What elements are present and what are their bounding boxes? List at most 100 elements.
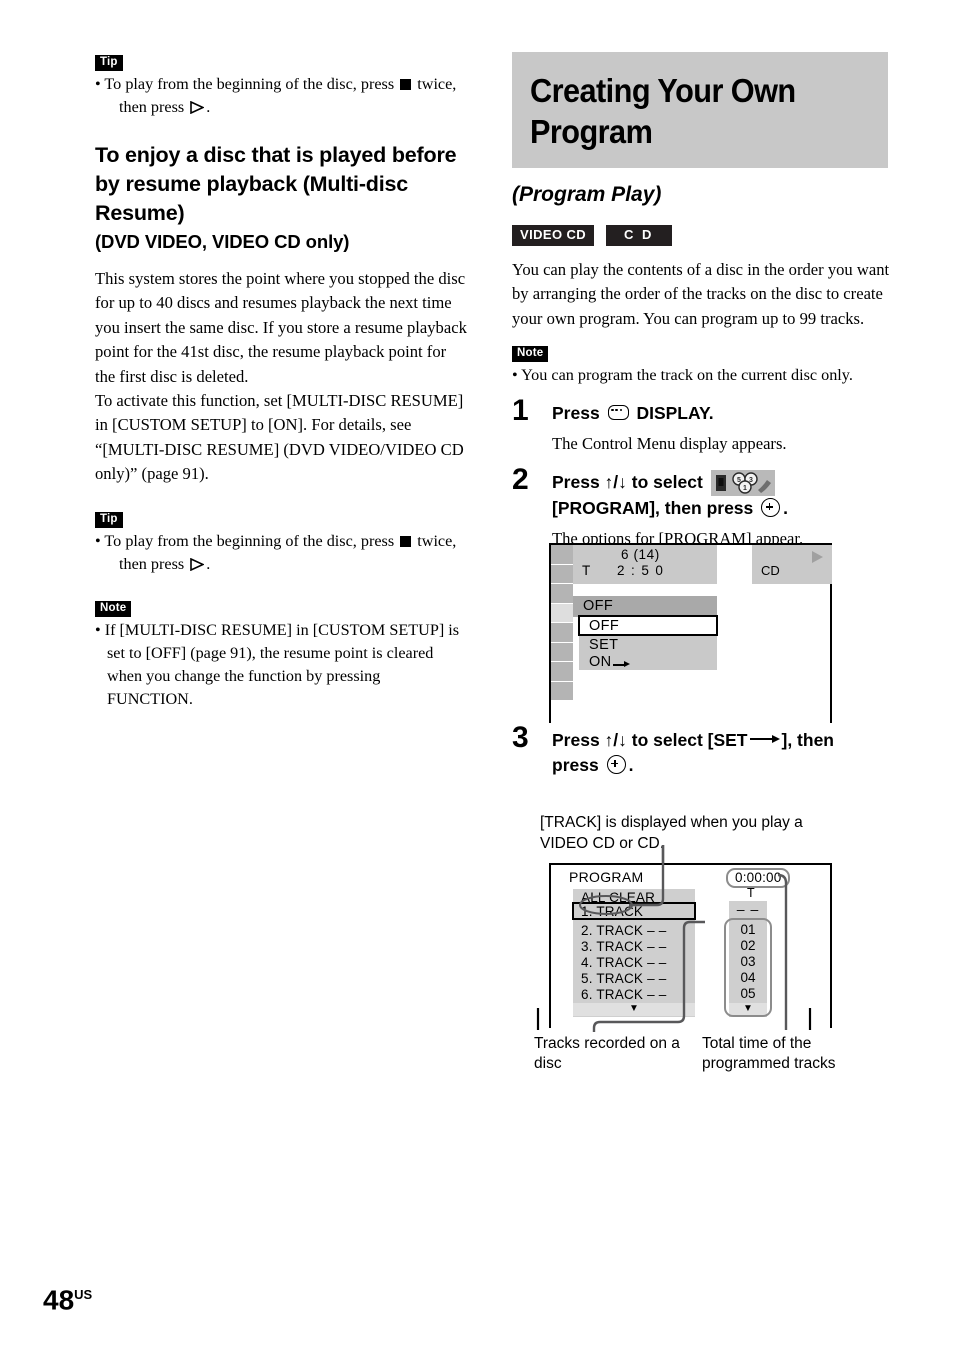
control-menu-current-value-bar: OFF [573,596,717,617]
control-menu-screen: 6 (14) T 2 : 5 0 CD OFF OFF SET ON OFF [549,543,832,723]
program-row[interactable]: 2. TRACK – – [581,923,666,938]
play-status-icon [812,551,823,563]
rail-cell[interactable] [551,584,573,604]
rail-cell[interactable] [551,564,573,584]
paragraph-2: To activate this function, set [MULTI-DI… [95,391,464,484]
step-2-heading: Press ↑/↓ to select 5 3 1 [PROGRAM], the… [552,470,890,521]
left-column: Tip • To play from the beginning of the … [95,52,467,711]
chapter-title-line-1: Creating Your Own [530,72,796,109]
control-menu-info-box: 6 (14) T 2 : 5 0 [573,545,717,584]
step-1-heading: Press DISPLAY. [552,401,890,426]
program-list-scroll-down-icon[interactable]: ▼ [573,1003,695,1016]
note-badge: Note [512,346,549,363]
option-set[interactable]: SET [589,637,618,653]
disc-type-label: CD [761,563,780,578]
program-row[interactable]: 5. TRACK – – [581,971,666,986]
play-icon [190,101,205,114]
rail-cell[interactable] [551,623,573,643]
program-row-selected[interactable]: 1. TRACK [572,902,696,920]
tip-badge-2: Tip [95,511,123,528]
step-2-head-c: . [783,498,789,519]
step-2-number: 2 [512,463,529,497]
tip-2-line2-a: then press [119,554,185,573]
rail-cell[interactable] [551,545,573,565]
option-selected-label: OFF [589,618,620,634]
total-time-label: T [747,886,755,900]
rail-cell[interactable] [551,681,573,701]
program-menu-icon: 5 3 1 [710,470,775,497]
step-1-head-b: DISPLAY. [636,403,714,424]
tip-2-line1-b: twice, [417,531,457,550]
step-2: 2 Press ↑/↓ to select 5 3 1 [PROGRAM], t… [512,464,890,551]
manual-page: Tip • To play from the beginning of the … [0,0,954,1352]
tip-1-line2-a: then press [119,98,185,116]
track-number-selector-outline [724,918,772,1017]
tip-badge-2-wrap: Tip [95,509,467,528]
program-row[interactable]: 4. TRACK – – [581,955,666,970]
note-badge-right-wrap: Note [512,343,890,363]
rail-cell-selected[interactable] [551,603,573,623]
play-icon [190,557,205,571]
callout-tracks-recorded: Tracks recorded on a disc [534,1035,680,1072]
total-time-display: 0:00:00 [726,868,791,888]
info-type-label: T [582,563,591,578]
program-screen-title: PROGRAM [569,869,644,885]
step-2-head-a: Press ↑/↓ to select [552,472,703,493]
step-3-head-c: press [552,755,599,775]
note-right-text: • You can program the track on the curre… [512,366,853,385]
media-tag-row: VIDEO CD C D [512,225,890,246]
current-value: OFF [583,598,614,614]
tip-badge-1-wrap: Tip [95,52,467,71]
callout-total-time: Total time of the programmed tracks [702,1035,836,1072]
rail-cell[interactable] [551,662,573,682]
option-selected-highlight[interactable]: OFF [578,615,718,636]
track-note: [TRACK] is displayed when you play a VID… [540,814,803,852]
stop-icon [400,535,412,547]
set-arrow-icon [613,657,632,675]
stop-icon [400,79,412,90]
intro-paragraph: You can play the contents of a disc in t… [512,260,890,328]
step-3-head-a: Press ↑/↓ to select [SET [552,730,748,750]
rail-cell[interactable] [551,642,573,662]
step-1-head-a: Press [552,403,600,424]
section-heading: To enjoy a disc that is played before by… [95,143,457,225]
tip-2-line2-b: . [206,554,211,573]
step-2-head-b: [PROGRAM], then press [552,498,754,519]
page-number: 48US [43,1281,92,1314]
tip-1-line2-b: . [206,98,211,116]
tip-1-text: • To play from the beginning of the disc… [95,73,467,119]
chapter-title-band: Creating Your Own Program [512,52,888,168]
note-badge: Note [95,600,132,617]
info-track-count: 6 (14) [621,547,660,562]
tip-1-line1-b: twice, [417,75,457,93]
step-3-number: 3 [512,721,529,754]
step-1-body: The Control Menu display appears. [552,434,787,454]
step-3-heading: Press ↑/↓ to select [SET ], then press . [552,728,890,778]
media-tag-cd: C D [606,225,672,246]
tip-2-line1-a: • To play from the beginning of the disc… [95,531,395,550]
program-row[interactable]: 6. TRACK – – [581,987,666,1002]
enter-button-icon [606,755,626,774]
page-region: US [74,1287,93,1302]
tip-2-text: • To play from the beginning of the disc… [95,530,467,576]
program-row-selected-label: 1. TRACK [581,904,644,919]
note-1-text: • If [MULTI-DISC RESUME] in [CUSTOM SETU… [95,620,460,708]
program-row[interactable]: 3. TRACK – – [581,939,666,954]
right-column: Creating Your Own Program (Program Play)… [512,52,890,551]
media-tag-video-cd: VIDEO CD [512,225,595,246]
note-badge-1-wrap: Note [95,598,467,617]
step-3-head-b: ], then [781,730,835,750]
step-3-wrap: 3 Press ↑/↓ to select [SET ], then press … [512,722,890,854]
program-screen: PROGRAM ALL CLEAR 1. TRACK 2. TRACK – – … [549,863,832,1028]
step-1-number: 1 [512,394,529,428]
display-button-icon [607,405,629,421]
chapter-title-line-2: Program [530,113,653,150]
tip-badge: Tip [95,55,123,71]
section-heading-sub: (DVD VIDEO, VIDEO CD only) [95,231,350,252]
tip-1-line1-a: • To play from the beginning of the disc… [95,75,395,93]
page-number-value: 48 [43,1284,75,1316]
option-on[interactable]: ON [589,654,612,670]
step-3: 3 Press ↑/↓ to select [SET ], then press … [512,722,890,778]
step-3-head-d: . [628,755,634,775]
enter-button-icon [761,498,781,518]
